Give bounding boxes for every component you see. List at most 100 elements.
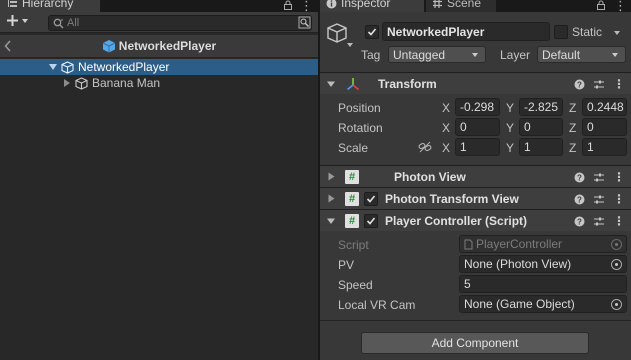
position-y-field[interactable]: -2.825	[519, 98, 563, 116]
help-icon[interactable]: ?	[574, 216, 585, 227]
scale-z-field[interactable]: 1	[582, 138, 627, 156]
help-icon[interactable]: ?	[574, 194, 585, 205]
pv-value: None (Photon View)	[464, 257, 572, 271]
foldout-right-icon[interactable]	[328, 194, 335, 203]
gameobject-cube-icon[interactable]	[326, 22, 348, 44]
more-options-icon[interactable]: ⋮	[614, 0, 627, 14]
tag-label: Tag	[361, 48, 381, 62]
script-field: PlayerController	[459, 235, 627, 253]
script-hash-icon: #	[345, 213, 359, 228]
transform-axes-icon	[346, 77, 360, 91]
add-component-label: Add Component	[431, 336, 519, 350]
foldout-down-icon[interactable]	[327, 217, 335, 225]
context-menu-icon[interactable]: ⋮	[613, 214, 625, 228]
chevron-down-icon	[611, 52, 619, 58]
rotation-label: Rotation	[338, 121, 383, 135]
context-menu-icon[interactable]: ⋮	[613, 192, 625, 206]
scene-tab-label: Scene	[447, 0, 482, 10]
rotation-x-field[interactable]: 0	[455, 118, 500, 136]
active-checkbox[interactable]	[365, 25, 379, 39]
component-title: Photon View	[394, 169, 466, 184]
preset-sliders-icon[interactable]	[593, 172, 605, 183]
rotation-z-axis[interactable]: Z	[569, 121, 576, 135]
player-controller-header[interactable]: # Player Controller (Script) ? ⋮	[320, 209, 631, 231]
position-x-value: -0.298	[460, 100, 495, 114]
photon-view-header[interactable]: # Photon View ? ⋮	[320, 165, 631, 187]
scale-y-value: 1	[524, 140, 531, 154]
context-menu-icon[interactable]: ⋮	[613, 170, 625, 184]
chevron-down-icon[interactable]	[613, 30, 621, 36]
script-file-icon	[464, 239, 473, 250]
script-hash-icon: #	[345, 169, 359, 184]
object-picker-icon[interactable]	[611, 259, 622, 270]
hierarchy-search-input[interactable]: All	[48, 15, 312, 31]
layer-label: Layer	[500, 48, 531, 62]
prefab-cube-icon	[102, 39, 116, 53]
hierarchy-icon	[6, 0, 18, 9]
object-picker-icon	[611, 239, 622, 250]
rotation-y-field[interactable]: 0	[519, 118, 563, 136]
rotation-x-axis[interactable]: X	[442, 121, 450, 135]
lock-icon[interactable]	[283, 0, 293, 10]
inspector-tab-label: Inspector	[341, 0, 391, 10]
back-arrow-icon[interactable]	[4, 40, 12, 52]
chevron-down-icon	[471, 52, 479, 58]
preset-sliders-icon[interactable]	[593, 79, 605, 90]
local-vr-cam-field[interactable]: None (Game Object)	[459, 295, 627, 313]
hierarchy-item-label: Banana Man	[92, 76, 161, 90]
transform-title: Transform	[378, 76, 437, 91]
component-enabled-checkbox[interactable]	[364, 213, 378, 228]
foldout-down-icon[interactable]	[327, 80, 335, 88]
photon-transform-view-header[interactable]: # Photon Transform View ? ⋮	[320, 187, 631, 209]
hierarchy-tab[interactable]: Hierarchy	[0, 0, 100, 12]
rotation-y-axis[interactable]: Y	[506, 121, 514, 135]
position-z-axis[interactable]: Z	[569, 101, 576, 115]
scene-tab[interactable]: Scene	[426, 0, 496, 12]
scale-x-axis[interactable]: X	[442, 141, 450, 155]
tag-dropdown[interactable]: Untagged	[388, 46, 486, 63]
add-component-button[interactable]: Add Component	[361, 332, 589, 354]
expand-arrow-down-icon[interactable]	[48, 62, 58, 72]
component-title: Player Controller (Script)	[385, 213, 528, 228]
inspector-tab[interactable]: Inspector	[320, 0, 424, 12]
object-picker-icon[interactable]	[611, 299, 622, 310]
layer-dropdown[interactable]: Default	[537, 46, 626, 63]
scale-z-axis[interactable]: Z	[569, 141, 576, 155]
rotation-z-field[interactable]: 0	[582, 118, 627, 136]
scale-x-field[interactable]: 1	[455, 138, 500, 156]
scene-title: NetworkedPlayer	[118, 39, 217, 53]
rotation-z-value: 0	[587, 120, 594, 134]
position-x-field[interactable]: -0.298	[455, 98, 500, 116]
plus-icon	[6, 14, 19, 27]
position-z-value: 0.2448	[587, 100, 624, 114]
link-constrain-icon[interactable]	[418, 141, 432, 153]
scale-y-axis[interactable]: Y	[506, 141, 514, 155]
speed-field[interactable]: 5	[459, 275, 627, 293]
expand-arrow-right-icon[interactable]	[63, 78, 71, 88]
layer-value: Default	[542, 47, 581, 62]
speed-label: Speed	[338, 278, 373, 292]
preset-sliders-icon[interactable]	[593, 194, 605, 205]
preset-sliders-icon[interactable]	[593, 216, 605, 227]
chevron-down-icon[interactable]	[346, 42, 354, 48]
script-value: PlayerController	[476, 237, 563, 251]
gameobject-name-field[interactable]: NetworkedPlayer	[382, 22, 550, 41]
pv-field[interactable]: None (Photon View)	[459, 255, 627, 273]
lock-icon[interactable]	[596, 0, 606, 10]
component-enabled-checkbox[interactable]	[364, 191, 378, 206]
search-filter-icon[interactable]	[298, 16, 311, 29]
position-x-axis[interactable]: X	[442, 101, 450, 115]
static-checkbox[interactable]	[554, 25, 568, 39]
help-icon[interactable]: ?	[574, 79, 585, 90]
position-label: Position	[338, 101, 381, 115]
position-z-field[interactable]: 0.2448	[582, 98, 627, 116]
foldout-right-icon[interactable]	[328, 172, 335, 181]
context-menu-icon[interactable]: ⋮	[613, 77, 625, 91]
scale-y-field[interactable]: 1	[519, 138, 563, 156]
hierarchy-item-networkedplayer[interactable]: NetworkedPlayer	[0, 59, 318, 75]
transform-header[interactable]: Transform ? ⋮	[320, 72, 631, 94]
create-dropdown-button[interactable]	[6, 14, 29, 27]
hierarchy-item-banana-man[interactable]: Banana Man	[0, 75, 318, 91]
help-icon[interactable]: ?	[574, 172, 585, 183]
position-y-axis[interactable]: Y	[506, 101, 514, 115]
